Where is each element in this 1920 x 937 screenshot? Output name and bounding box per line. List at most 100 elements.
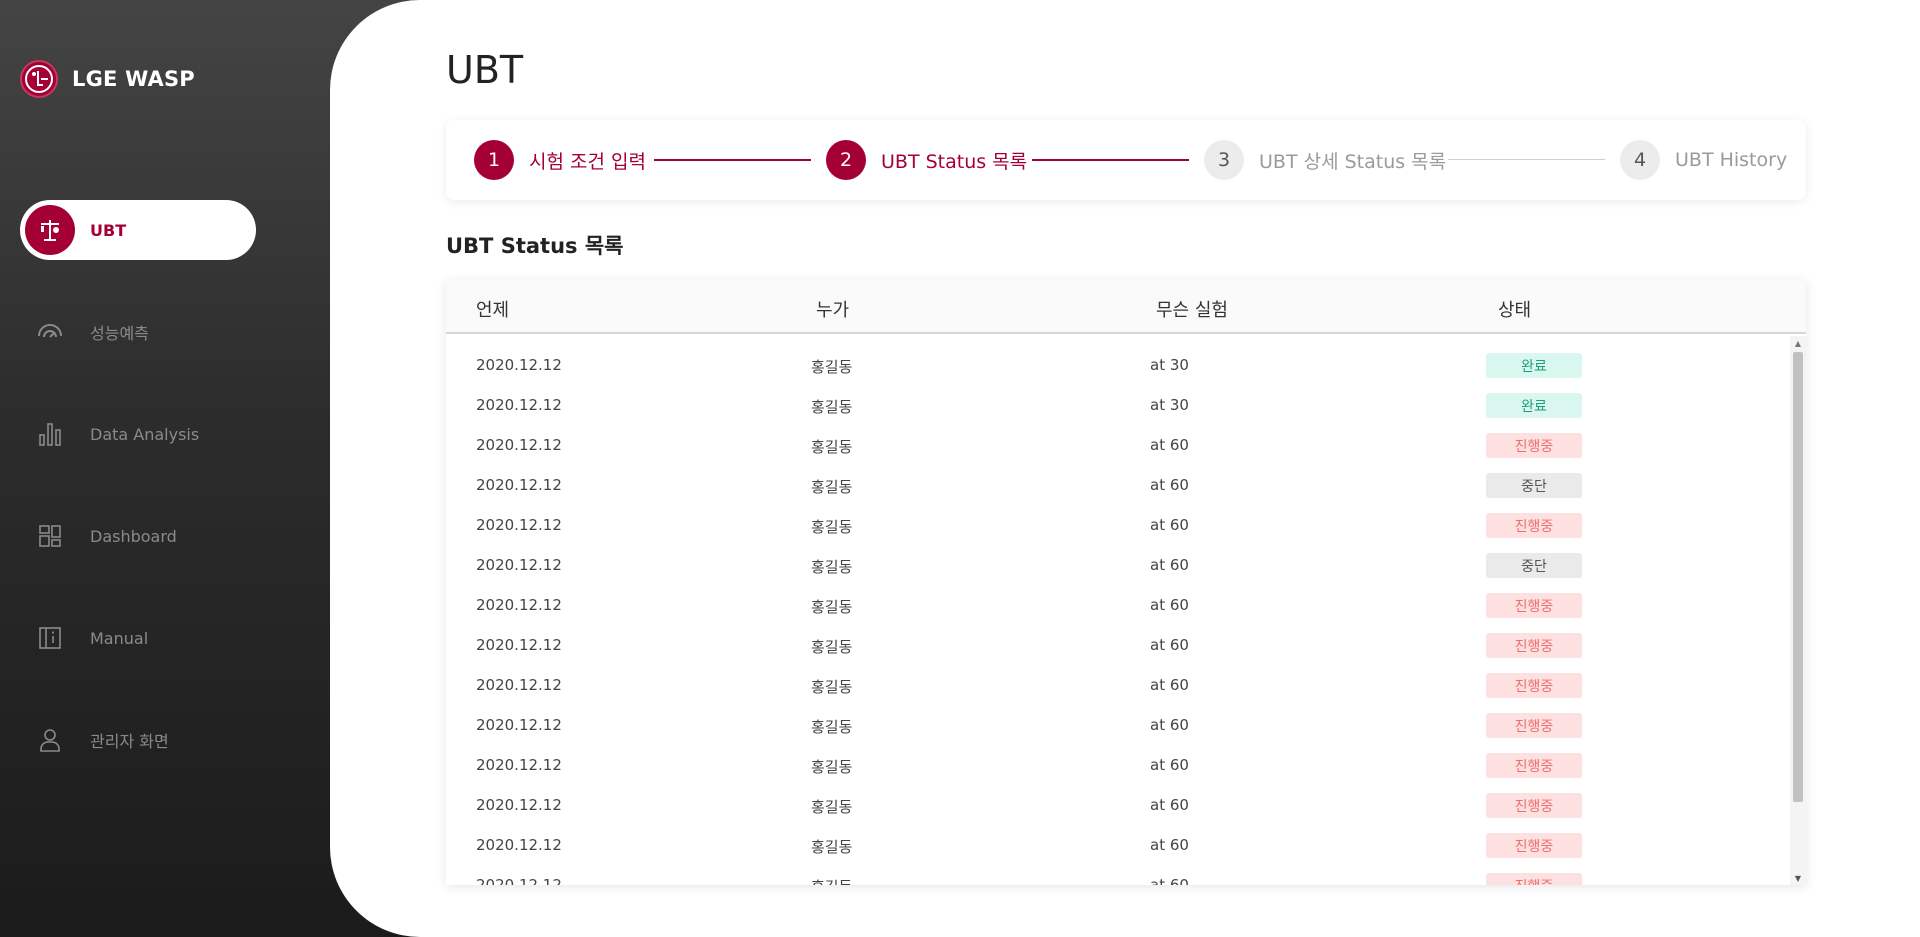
step-label: UBT Status 목록 xyxy=(881,150,1028,173)
status-badge: 진행중 xyxy=(1486,753,1582,778)
cell-who: 홍길동 xyxy=(811,358,853,376)
step-2[interactable]: 2 UBT Status 목록 xyxy=(826,140,1027,180)
table-header: 언제 누가 무슨 실험 상태 xyxy=(446,280,1806,334)
cell-date: 2020.12.12 xyxy=(476,436,562,454)
cell-test: at 60 xyxy=(1150,836,1189,854)
signal-icon xyxy=(20,322,80,342)
sidebar-item-admin[interactable]: 관리자 화면 xyxy=(20,710,256,770)
scrollbar[interactable]: ▲ ▼ xyxy=(1790,336,1806,885)
sidebar-item-dashboard[interactable]: Dashboard xyxy=(20,506,256,566)
column-header-who[interactable]: 누가 xyxy=(816,296,849,322)
scroll-down-arrow-icon[interactable]: ▼ xyxy=(1790,871,1806,885)
status-badge: 진행중 xyxy=(1486,673,1582,698)
table-row[interactable]: 2020.12.12 홍길동 at 60 진행중 xyxy=(446,506,1790,546)
dashboard-icon xyxy=(20,524,80,548)
table-row[interactable]: 2020.12.12 홍길동 at 30 완료 xyxy=(446,346,1790,386)
sidebar-item-ubt[interactable]: UBT xyxy=(20,200,256,260)
table-row[interactable]: 2020.12.12 홍길동 at 60 진행중 xyxy=(446,746,1790,786)
cell-date: 2020.12.12 xyxy=(476,556,562,574)
cell-who: 홍길동 xyxy=(811,718,853,736)
table-row[interactable]: 2020.12.12 홍길동 at 60 진행중 xyxy=(446,826,1790,866)
cell-test: at 60 xyxy=(1150,476,1189,494)
sidebar-item-label: 관리자 화면 xyxy=(90,732,169,751)
cell-date: 2020.12.12 xyxy=(476,796,562,814)
status-badge: 진행중 xyxy=(1486,433,1582,458)
brand-name: LGE WASP xyxy=(72,67,195,91)
status-badge: 진행중 xyxy=(1486,833,1582,858)
user-icon xyxy=(20,727,80,753)
bar-chart-icon xyxy=(20,421,80,447)
cell-date: 2020.12.12 xyxy=(476,396,562,414)
cell-date: 2020.12.12 xyxy=(476,636,562,654)
cell-who: 홍길동 xyxy=(811,598,853,616)
table-row[interactable]: 2020.12.12 홍길동 at 60 진행중 xyxy=(446,426,1790,466)
cell-test: at 60 xyxy=(1150,436,1189,454)
status-badge: 중단 xyxy=(1486,553,1582,578)
status-badge: 진행중 xyxy=(1486,633,1582,658)
table-row[interactable]: 2020.12.12 홍길동 at 60 진행중 xyxy=(446,586,1790,626)
status-badge: 중단 xyxy=(1486,473,1582,498)
cell-date: 2020.12.12 xyxy=(476,756,562,774)
table-row[interactable]: 2020.12.12 홍길동 at 60 진행중 xyxy=(446,866,1790,885)
sidebar-item-manual[interactable]: Manual xyxy=(20,608,256,668)
table-row[interactable]: 2020.12.12 홍길동 at 60 중단 xyxy=(446,546,1790,586)
step-4[interactable]: 4 UBT History xyxy=(1620,140,1787,180)
step-1[interactable]: 1 시험 조건 입력 xyxy=(474,140,646,180)
cell-who: 홍길동 xyxy=(811,876,852,885)
cell-who: 홍길동 xyxy=(811,838,853,856)
cell-date: 2020.12.12 xyxy=(476,676,562,694)
step-label: 시험 조건 입력 xyxy=(529,150,646,173)
page-title: UBT xyxy=(446,48,524,92)
table-row[interactable]: 2020.12.12 홍길동 at 60 진행중 xyxy=(446,666,1790,706)
cell-test: at 30 xyxy=(1150,396,1189,414)
column-header-status[interactable]: 상태 xyxy=(1498,296,1531,322)
step-connector xyxy=(1032,159,1189,161)
sidebar-item-label: Data Analysis xyxy=(90,424,200,444)
sidebar-item-performance[interactable]: 성능예측 xyxy=(20,302,256,362)
step-3[interactable]: 3 UBT 상세 Status 목록 xyxy=(1204,140,1446,180)
table-body: 2020.12.12 홍길동 at 30 완료 2020.12.12 홍길동 at 30 완료… xyxy=(446,336,1790,885)
table-row[interactable]: 2020.12.12 홍길동 at 30 완료 xyxy=(446,386,1790,426)
cell-test: at 30 xyxy=(1150,356,1189,374)
scroll-thumb[interactable] xyxy=(1793,352,1803,802)
brand[interactable]: LGE WASP xyxy=(20,60,195,98)
step-number: 2 xyxy=(826,140,866,180)
status-badge: 완료 xyxy=(1486,393,1582,418)
cell-test: at 60 xyxy=(1150,756,1189,774)
step-number: 1 xyxy=(474,140,514,180)
status-badge: 진행중 xyxy=(1486,593,1582,618)
section-title: UBT Status 목록 xyxy=(446,234,624,258)
cell-date: 2020.12.12 xyxy=(476,476,562,494)
cell-who: 홍길동 xyxy=(811,438,853,456)
stepper: 1 시험 조건 입력 2 UBT Status 목록 3 UBT 상세 Stat… xyxy=(446,120,1806,200)
cell-who: 홍길동 xyxy=(811,678,853,696)
cell-test: at 60 xyxy=(1150,876,1189,885)
status-badge: 진행중 xyxy=(1486,713,1582,738)
cell-test: at 60 xyxy=(1150,516,1189,534)
cell-date: 2020.12.12 xyxy=(476,596,562,614)
cell-who: 홍길동 xyxy=(811,798,853,816)
column-header-when[interactable]: 언제 xyxy=(476,296,509,322)
sidebar: LGE WASP UBT 성능예측 Data Analysis Dashboar… xyxy=(0,0,340,937)
status-badge: 진행중 xyxy=(1486,793,1582,818)
step-label: UBT 상세 Status 목록 xyxy=(1259,150,1447,173)
table-row[interactable]: 2020.12.12 홍길동 at 60 중단 xyxy=(446,466,1790,506)
status-badge: 진행중 xyxy=(1486,873,1582,885)
step-connector xyxy=(1448,159,1605,160)
step-connector xyxy=(654,159,811,161)
table-row[interactable]: 2020.12.12 홍길동 at 60 진행중 xyxy=(446,706,1790,746)
sidebar-item-data-analysis[interactable]: Data Analysis xyxy=(20,404,256,464)
column-header-test[interactable]: 무슨 실험 xyxy=(1156,296,1228,322)
sidebar-item-label: 성능예측 xyxy=(90,324,149,343)
scroll-up-arrow-icon[interactable]: ▲ xyxy=(1790,336,1806,350)
cell-test: at 60 xyxy=(1150,676,1189,694)
status-badge: 완료 xyxy=(1486,353,1582,378)
status-table: 언제 누가 무슨 실험 상태 2020.12.12 홍길동 at 30 완료 2020.… xyxy=(446,280,1806,885)
main-panel: UBT 1 시험 조건 입력 2 UBT Status 목록 3 UBT 상세 … xyxy=(330,0,1920,937)
table-row[interactable]: 2020.12.12 홍길동 at 60 진행중 xyxy=(446,626,1790,666)
sidebar-item-label: UBT xyxy=(90,220,127,240)
table-row[interactable]: 2020.12.12 홍길동 at 60 진행중 xyxy=(446,786,1790,826)
cell-who: 홍길동 xyxy=(811,478,853,496)
cell-test: at 60 xyxy=(1150,796,1189,814)
cell-date: 2020.12.12 xyxy=(476,876,562,885)
